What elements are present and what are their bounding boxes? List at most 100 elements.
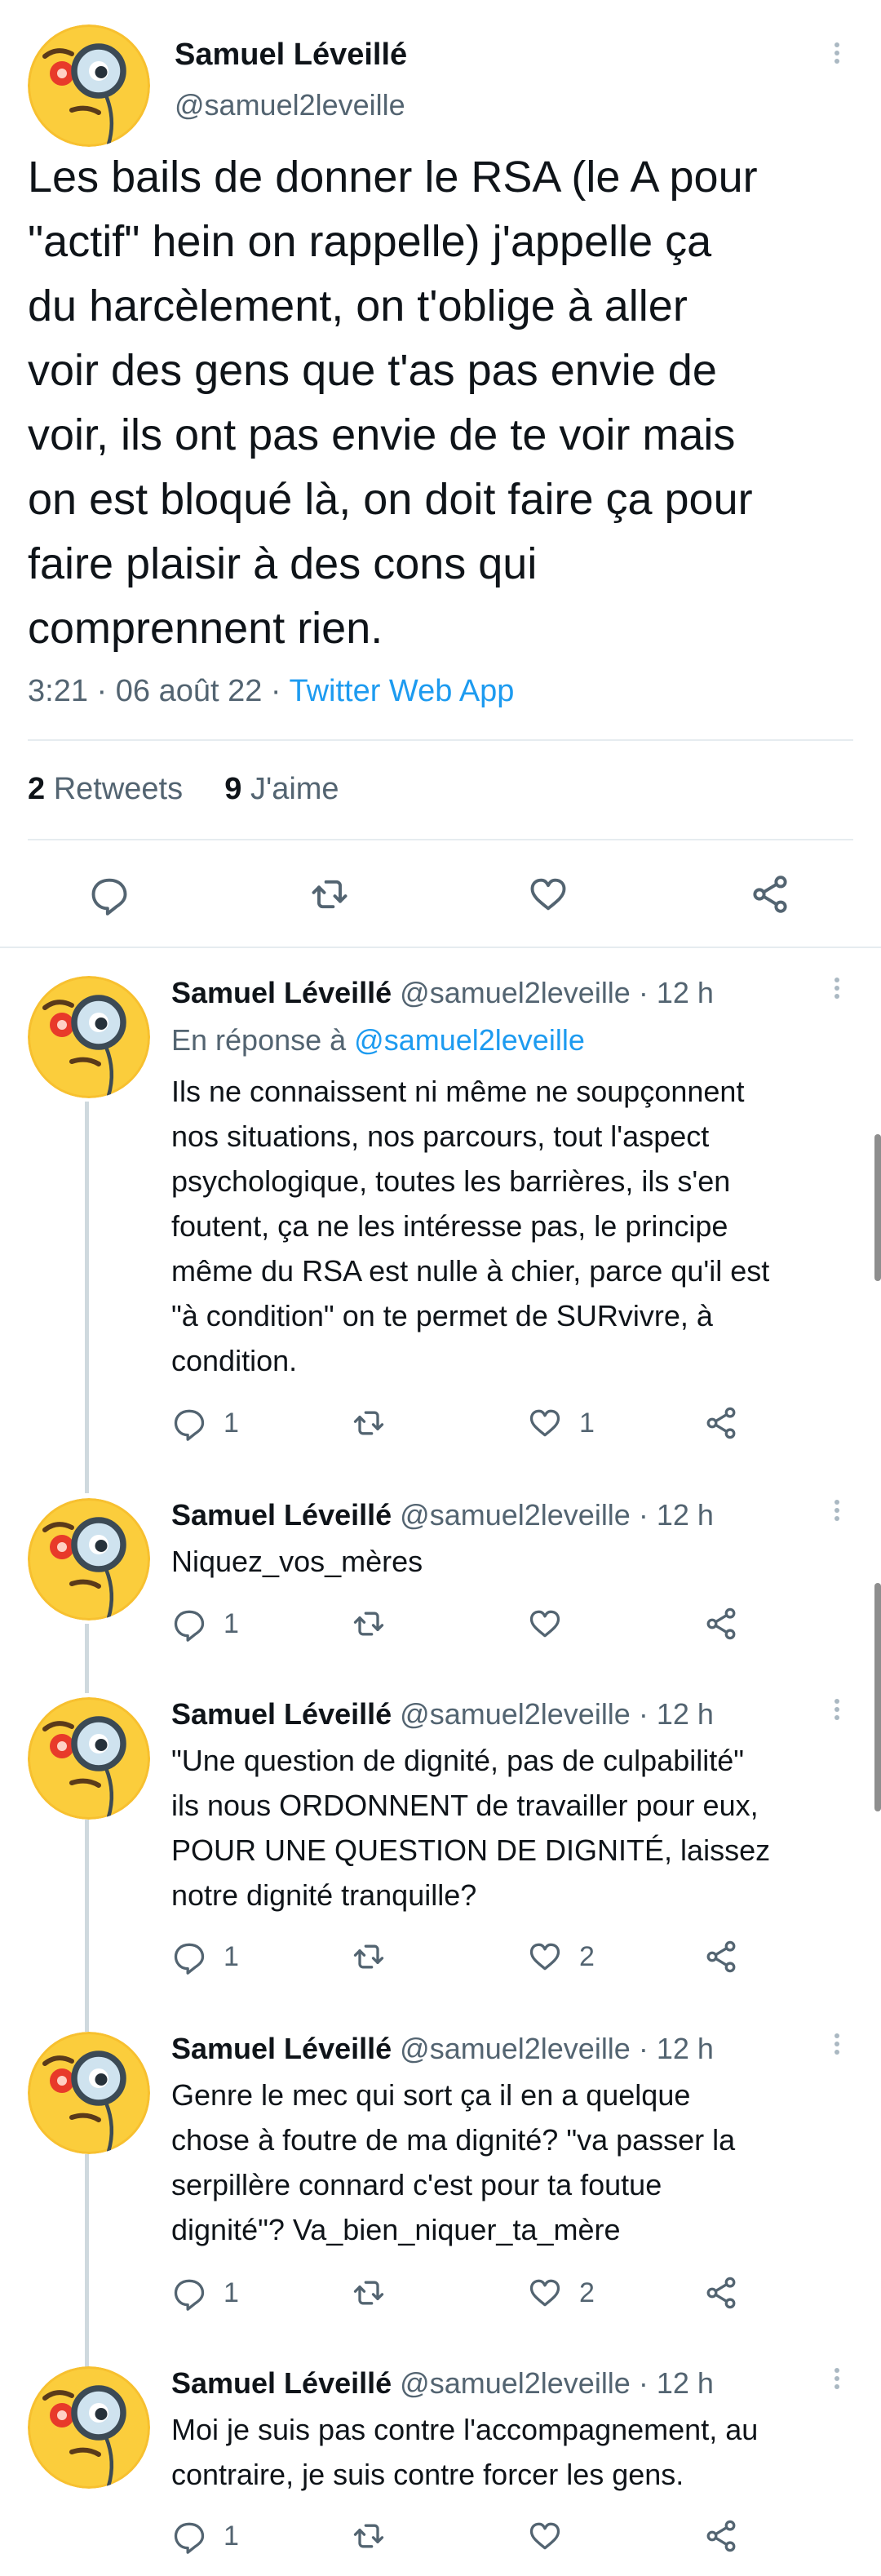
retweet-icon (353, 2524, 384, 2548)
like-icon (529, 1610, 560, 1638)
avatar-monocle-emoji (28, 1498, 150, 1621)
like-count: 2 (579, 2277, 595, 2308)
reply-count: 1 (224, 1407, 239, 1439)
reply-button[interactable]: 1 (171, 1405, 239, 1441)
reply-time[interactable]: 12 h (657, 2032, 714, 2065)
like-button[interactable]: 1 (527, 1405, 595, 1441)
retweet-button[interactable] (351, 2518, 403, 2554)
reply-icon (174, 1409, 205, 1441)
avatar[interactable] (28, 2366, 150, 2489)
likes-stat[interactable]: 9 J'aime (224, 772, 339, 806)
like-count: 1 (579, 1407, 595, 1439)
reply-author-name[interactable]: Samuel Léveillé (171, 976, 392, 1009)
retweet-button[interactable] (305, 870, 354, 919)
avatar-monocle-emoji (28, 2366, 150, 2489)
reply-header: Samuel Léveillé @samuel2leveille · 12 h (171, 2366, 714, 2400)
reply-header: Samuel Léveillé @samuel2leveille · 12 h (171, 1498, 714, 1532)
like-button[interactable] (527, 1606, 579, 1642)
retweet-icon (353, 1612, 384, 1636)
reply-author-name[interactable]: Samuel Léveillé (171, 2032, 392, 2065)
thread-line (85, 1820, 89, 2032)
reply-time[interactable]: 12 h (657, 1697, 714, 1731)
tweet-meta: 3:21 · 06 août 22 · Twitter Web App (28, 674, 515, 708)
share-icon (706, 1607, 736, 1640)
reply-button[interactable]: 1 (171, 2518, 239, 2554)
retweet-button[interactable] (351, 1939, 403, 1975)
reply-icon (174, 1610, 205, 1642)
share-button[interactable] (703, 2275, 755, 2311)
reply-author-handle[interactable]: @samuel2leveille (400, 1697, 631, 1731)
share-button[interactable] (746, 870, 795, 919)
reply-author-name[interactable]: Samuel Léveillé (171, 2366, 392, 2400)
author-name[interactable]: Samuel Léveillé (175, 38, 407, 73)
tweet-date: 06 août 22 (115, 674, 263, 708)
tweet-time: 3:21 (28, 674, 88, 708)
reply-button[interactable]: 1 (171, 2275, 239, 2311)
reply-text: Genre le mec qui sort ça il en a quelque… (171, 2078, 736, 2246)
retweets-stat[interactable]: 2 Retweets (28, 772, 183, 806)
avatar[interactable] (28, 24, 150, 147)
reply-time[interactable]: 12 h (657, 976, 714, 1009)
like-count: 2 (579, 1940, 595, 1972)
more-icon[interactable] (829, 39, 845, 72)
reply-author-handle[interactable]: @samuel2leveille (400, 1498, 631, 1532)
reply-button[interactable]: 1 (171, 1939, 239, 1975)
retweet-button[interactable] (351, 2275, 403, 2311)
reply-author-handle[interactable]: @samuel2leveille (400, 2366, 631, 2400)
like-icon (529, 1409, 560, 1437)
reply-button[interactable]: 1 (171, 1606, 239, 1642)
avatar[interactable] (28, 2032, 150, 2154)
thread-line (85, 1624, 89, 1693)
tweet-source-link[interactable]: Twitter Web App (289, 674, 514, 708)
reply-header: Samuel Léveillé @samuel2leveille · 12 h (171, 1697, 714, 1731)
mention-link[interactable]: @samuel2leveille (354, 1023, 585, 1057)
reply-icon (174, 2522, 205, 2554)
like-button[interactable] (524, 870, 573, 919)
share-icon (706, 1407, 736, 1439)
more-icon[interactable] (829, 1496, 845, 1529)
scrollbar[interactable] (874, 1583, 881, 1811)
share-icon (706, 1940, 736, 1973)
share-button[interactable] (703, 2518, 755, 2554)
avatar[interactable] (28, 1498, 150, 1621)
avatar-monocle-emoji (28, 976, 150, 1098)
reply-time[interactable]: 12 h (657, 2366, 714, 2400)
more-icon[interactable] (829, 1696, 845, 1728)
share-button[interactable] (703, 1405, 755, 1441)
reply-icon (91, 878, 127, 916)
scrollbar[interactable] (874, 1134, 881, 1281)
like-button[interactable]: 2 (527, 2275, 595, 2311)
avatar[interactable] (28, 976, 150, 1098)
reply-icon (174, 1943, 205, 1975)
reply-author-handle[interactable]: @samuel2leveille (400, 2032, 631, 2065)
share-button[interactable] (703, 1606, 755, 1642)
retweet-button[interactable] (351, 1405, 403, 1441)
like-icon (529, 2279, 560, 2307)
reply-header: Samuel Léveillé @samuel2leveille · 12 h (171, 2032, 714, 2065)
share-button[interactable] (703, 1939, 755, 1975)
thread-line (85, 2154, 89, 2370)
divider (28, 839, 853, 840)
reply-author-handle[interactable]: @samuel2leveille (400, 976, 631, 1009)
divider (0, 947, 881, 948)
reply-count: 1 (224, 1607, 239, 1639)
share-icon (753, 876, 787, 913)
retweet-icon (353, 2281, 384, 2305)
like-button[interactable] (527, 2518, 579, 2554)
more-icon[interactable] (829, 2030, 845, 2063)
like-icon (529, 1943, 560, 1971)
share-icon (706, 2277, 736, 2309)
retweet-button[interactable] (351, 1606, 403, 1642)
thread-line (85, 1102, 89, 1493)
like-button[interactable]: 2 (527, 1939, 595, 1975)
reply-author-name[interactable]: Samuel Léveillé (171, 1498, 392, 1532)
author-handle[interactable]: @samuel2leveille (175, 88, 405, 122)
more-icon[interactable] (829, 974, 845, 1007)
reply-header: Samuel Léveillé @samuel2leveille · 12 h (171, 976, 714, 1009)
reply-author-name[interactable]: Samuel Léveillé (171, 1697, 392, 1731)
reply-time[interactable]: 12 h (657, 1498, 714, 1532)
avatar[interactable] (28, 1697, 150, 1820)
more-icon[interactable] (829, 2365, 845, 2397)
divider (28, 739, 853, 741)
reply-button[interactable] (85, 870, 134, 919)
